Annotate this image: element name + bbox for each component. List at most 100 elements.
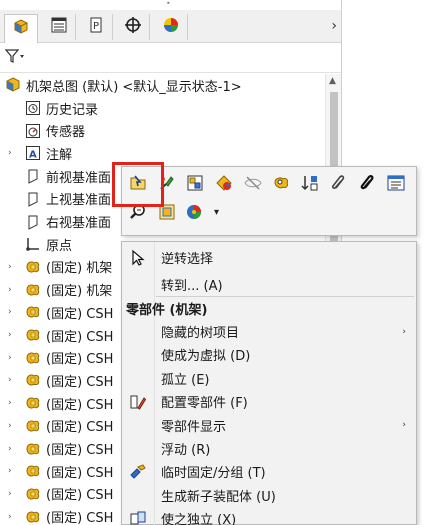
- appearance-dropdown-icon: [185, 202, 205, 226]
- tree-expander-icon[interactable]: ›: [8, 444, 12, 454]
- menu-item[interactable]: 隐藏的树项目 ›: [122, 320, 416, 343]
- tree-item[interactable]: 传感器: [8, 120, 328, 142]
- tab-property-manager[interactable]: [42, 14, 76, 40]
- part-icon: [24, 417, 42, 435]
- tree-expander-icon[interactable]: ›: [8, 262, 12, 272]
- svg-text:P: P: [93, 21, 99, 32]
- toolbar-button-assembly-structure[interactable]: [183, 173, 207, 197]
- part-icon: [24, 371, 42, 389]
- tree-expander-icon[interactable]: ›: [8, 398, 12, 408]
- tree-root-label: 机架总图 (默认) <默认_显示状态-1>: [26, 79, 242, 95]
- menu-item-label: 生成新子装配体 (U): [161, 489, 276, 505]
- tree-item-label: (固定) CSH: [46, 329, 114, 345]
- tree-item-label: 传感器: [46, 125, 86, 141]
- tree-expander-icon[interactable]: ›: [8, 489, 12, 499]
- assembly-icon: [4, 76, 22, 94]
- toolbar-button-appearance-dropdown[interactable]: [183, 202, 207, 226]
- tree-item-label: 注解: [46, 147, 73, 163]
- tree-item-label: (固定) CSH: [46, 488, 114, 504]
- tree-expander-icon[interactable]: ›: [8, 466, 12, 476]
- toolbar-button-reorder[interactable]: [298, 173, 322, 197]
- menu-item[interactable]: 逆转选择: [122, 246, 416, 269]
- part-icon: [24, 326, 42, 344]
- tree-expander-icon[interactable]: ›: [8, 307, 12, 317]
- tree-expander-icon[interactable]: ›: [8, 421, 12, 431]
- pencil-config-icon: [128, 392, 148, 412]
- part-icon: [24, 258, 42, 276]
- tree-item-label: 右视基准面: [46, 216, 112, 231]
- part-icon: [24, 508, 42, 525]
- tree-item-label: (固定) CSH: [46, 306, 114, 322]
- tree-item-label: (固定) 机架: [46, 261, 113, 277]
- origin-icon: [24, 235, 42, 253]
- appearance-dropdown-arrow-icon[interactable]: ▾: [214, 207, 219, 218]
- tab-configuration-manager[interactable]: P: [79, 14, 113, 40]
- toolbar-button-paperclip-dark[interactable]: [356, 173, 380, 197]
- scroll-up-arrow-icon[interactable]: ▲: [329, 76, 336, 86]
- tab-scroll-right-button[interactable]: ›: [331, 18, 337, 34]
- tree-item-label: 历史记录: [46, 102, 99, 118]
- menu-item-label: 隐藏的树项目: [161, 326, 240, 341]
- toolbar-button-hide[interactable]: [241, 173, 265, 197]
- svg-text:A: A: [29, 150, 37, 161]
- menu-item[interactable]: 转到... (A): [122, 273, 416, 296]
- annotation-icon: A: [24, 144, 42, 162]
- paperclip-dark-icon: [358, 173, 378, 197]
- filter-divider: [0, 72, 341, 73]
- part-icon: [24, 281, 42, 299]
- tree-item[interactable]: 历史记录: [8, 97, 328, 119]
- tree-item-label: (固定) CSH: [46, 465, 114, 481]
- menu-item-label: 使之独立 (X): [161, 513, 237, 525]
- tree-item-label: (固定) CSH: [46, 420, 114, 436]
- part-icon: [24, 303, 42, 321]
- tree-expander-icon[interactable]: ›: [8, 285, 12, 295]
- menu-item-label: 逆转选择: [161, 252, 214, 267]
- hide-icon: [243, 173, 263, 197]
- properties-icon: [386, 173, 406, 197]
- tree-filter-button[interactable]: [4, 48, 28, 68]
- menu-item-label: 配置零部件 (F): [161, 396, 248, 412]
- tree-expander-icon[interactable]: ›: [8, 353, 12, 363]
- cursor-icon: [128, 248, 148, 268]
- tree-expander-icon[interactable]: ›: [8, 512, 12, 522]
- feature-tree-icon: [12, 18, 30, 40]
- tab-display-manager[interactable]: [154, 14, 188, 40]
- menu-item[interactable]: 使之独立 (X): [122, 507, 416, 525]
- part-icon: [24, 394, 42, 412]
- tree-expander-icon[interactable]: ›: [8, 148, 12, 158]
- tree-item-label: (固定) CSH: [46, 374, 114, 390]
- menu-item[interactable]: 零部件显示 ›: [122, 414, 416, 437]
- submenu-arrow-icon: ›: [402, 326, 406, 337]
- plane-icon: [24, 213, 42, 231]
- tree-item-label: 前视基准面: [46, 170, 112, 186]
- part-icon: [24, 440, 42, 458]
- toolbar-button-paperclip[interactable]: [327, 173, 351, 197]
- menu-item-label: 孤立 (E): [161, 372, 210, 388]
- menu-item[interactable]: 配置零部件 (F): [122, 390, 416, 413]
- tree-item-label: (固定) CSH: [46, 443, 114, 458]
- toolbar-button-appearance[interactable]: [212, 173, 236, 197]
- part-icon: [24, 462, 42, 480]
- menu-item[interactable]: 生成新子装配体 (U): [122, 484, 416, 507]
- tree-item[interactable]: › A 注解: [8, 142, 328, 164]
- tab-dimxpert-manager[interactable]: [116, 14, 150, 40]
- tree-root-assembly[interactable]: 机架总图 (默认) <默认_显示状态-1>: [4, 74, 242, 96]
- menu-item[interactable]: 临时固定/分组 (T): [122, 460, 416, 483]
- property-list-icon: [50, 16, 68, 38]
- menu-item[interactable]: 使成为虚拟 (D): [122, 343, 416, 366]
- toolbar-button-properties[interactable]: [384, 173, 408, 197]
- panel-grip-indicator: •: [166, 0, 171, 8]
- tree-item-label: (固定) CSH: [46, 397, 114, 413]
- crosshair-icon: [124, 16, 142, 38]
- tree-item-label: (固定) 机架: [46, 284, 113, 300]
- menu-item[interactable]: 孤立 (E): [122, 367, 416, 390]
- tab-feature-manager[interactable]: [4, 14, 38, 43]
- appearance-pie-icon: [162, 16, 180, 38]
- tree-expander-icon[interactable]: ›: [8, 375, 12, 385]
- menu-item[interactable]: 浮动 (R): [122, 437, 416, 460]
- toolbar-button-show[interactable]: [270, 173, 294, 197]
- manager-tab-bar: P ›: [0, 10, 341, 43]
- history-icon: [24, 99, 42, 117]
- tree-item-label: 上视基准面: [46, 193, 112, 209]
- tree-expander-icon[interactable]: ›: [8, 330, 12, 340]
